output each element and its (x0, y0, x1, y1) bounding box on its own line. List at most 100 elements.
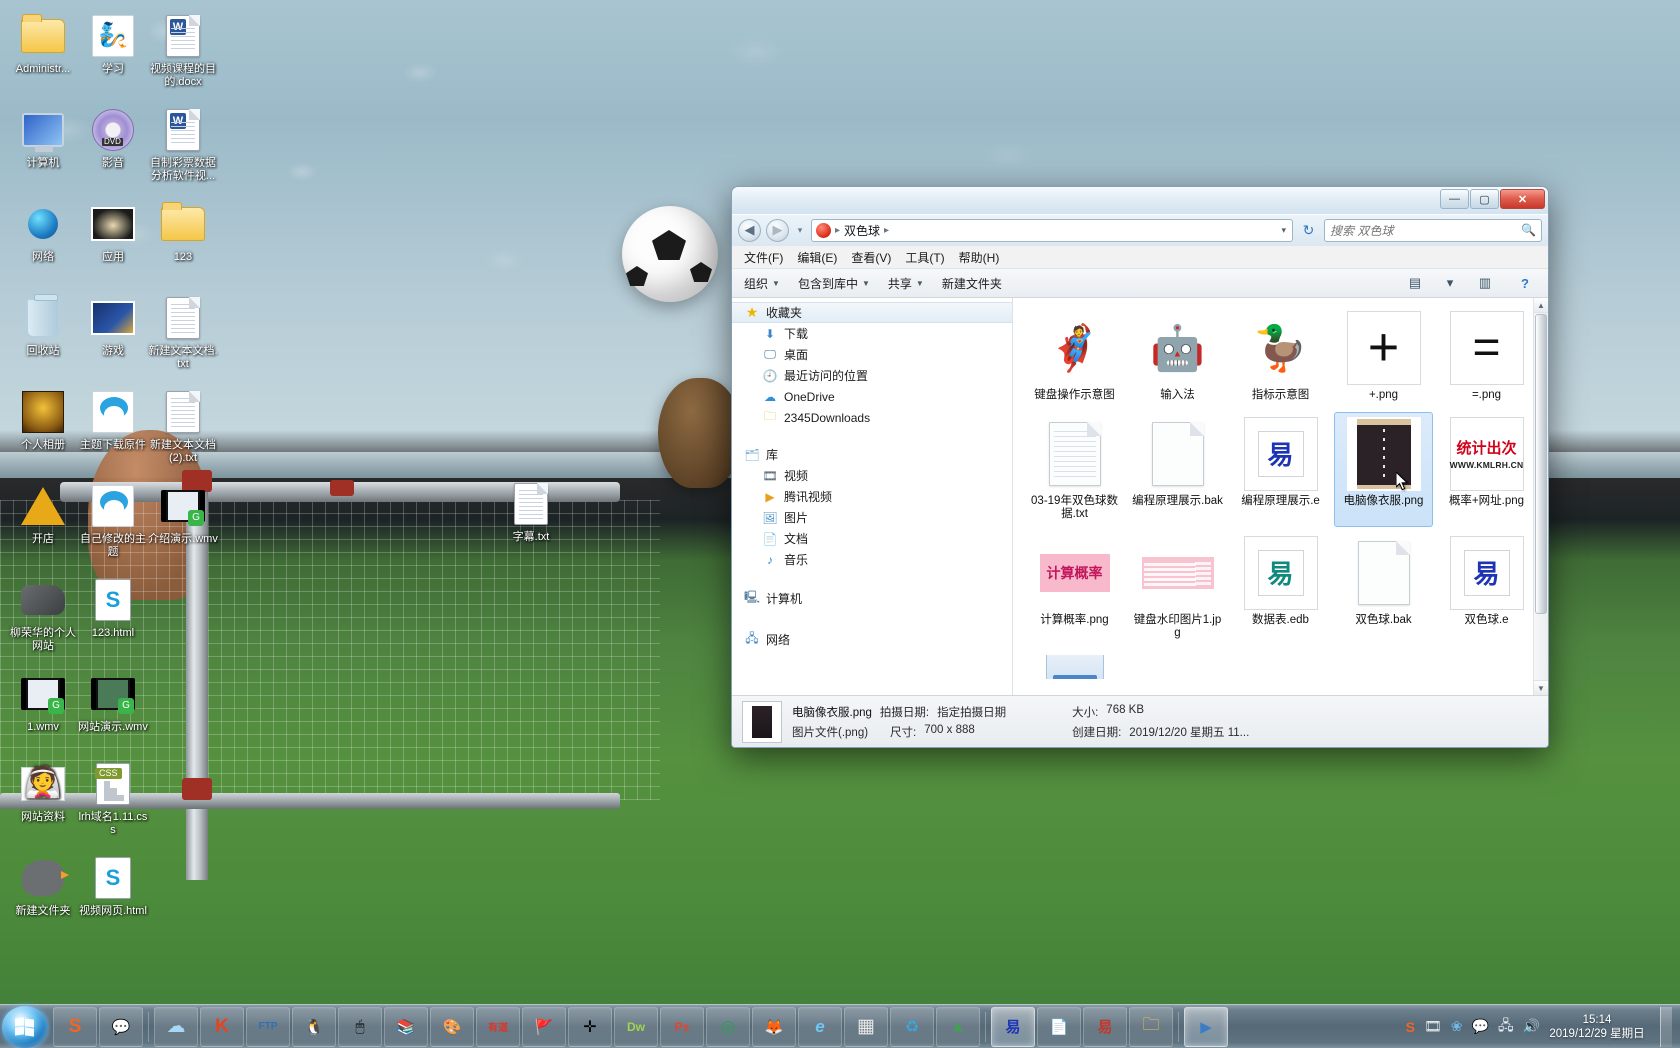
taskbar-paint[interactable]: 🎨 (430, 1006, 474, 1047)
maximize-button[interactable]: ▢ (1470, 189, 1499, 209)
command-toolbar[interactable]: 组织 ▼ 包含到库中 ▼ 共享 ▼ 新建文件夹 ▤ ▾ ▥ ? (732, 268, 1548, 298)
file-tile[interactable]: 统计出次 WWW.KMLRH.CN 概率+网址.png (1437, 412, 1536, 527)
help-icon[interactable]: ? (1514, 273, 1536, 293)
share-button[interactable]: 共享 ▼ (888, 275, 924, 292)
desktop-icon-123-folder[interactable]: 123 (148, 200, 218, 264)
desktop[interactable]: Administr... 🧞 学习 W 视频课程的目的.docx 计算机 影音 … (0, 0, 1680, 1048)
taskbar-flag-app[interactable]: 🚩 (522, 1006, 566, 1047)
taskbar-dreamweaver[interactable]: Dw (614, 1006, 658, 1047)
include-in-library-button[interactable]: 包含到库中 ▼ (798, 275, 870, 292)
close-button[interactable]: ✕ (1500, 189, 1545, 209)
scroll-up-button[interactable]: ▲ (1534, 298, 1548, 313)
chevron-down-icon[interactable]: ▾ (1444, 273, 1456, 293)
file-tile[interactable]: 🦸 键盘操作示意图 (1025, 306, 1124, 408)
desktop-icon-computer[interactable]: 计算机 (8, 106, 78, 170)
taskbar-easy-doc[interactable]: 易 (1083, 1006, 1127, 1047)
system-tray[interactable]: S 🎞 ❀ 💬 🖧 🔊 15:14 2019/12/29 星期日 (1406, 1006, 1680, 1047)
desktop-icon-media[interactable]: 影音 (78, 106, 148, 170)
film-tray-icon[interactable]: 🎞 (1424, 1018, 1442, 1035)
navigation-pane[interactable]: ★ 收藏夹 ⬇ 下载 🖵 桌面 🕘 最近访问的位置 ☁ OneDrive 🗀 2… (732, 298, 1013, 695)
minimize-button[interactable]: — (1440, 189, 1469, 209)
volume-tray-icon[interactable]: 🔊 (1523, 1018, 1540, 1035)
scrollbar-thumb[interactable] (1535, 314, 1547, 614)
window-controls[interactable]: — ▢ ✕ (1440, 187, 1548, 209)
desktop-icon-1-wmv[interactable]: G 1.wmv (8, 670, 78, 734)
menu-file[interactable]: 文件(F) (744, 249, 783, 266)
back-button[interactable]: ◀ (738, 218, 761, 242)
sogou-tray-icon[interactable]: S (1406, 1019, 1415, 1035)
browser-tray-icon[interactable]: ❀ (1451, 1018, 1463, 1035)
file-tile-selected[interactable]: 电脑像衣服.png (1334, 411, 1433, 527)
menu-edit[interactable]: 编辑(E) (797, 249, 837, 266)
preview-pane-icon[interactable]: ▥ (1474, 273, 1496, 293)
desktop-icon-lottery-software-docx[interactable]: W 自制彩票数据分析软件视... (148, 106, 218, 182)
desktop-icon-website-demo-wmv[interactable]: G 网站演示.wmv (78, 670, 148, 734)
desktop-icon-video-page-html[interactable]: S 视频网页.html (78, 854, 148, 918)
clock[interactable]: 15:14 2019/12/29 星期日 (1549, 1013, 1645, 1041)
nav-item-pictures[interactable]: 🖼 图片 (732, 507, 1012, 528)
desktop-icon-website-materials[interactable]: 👰 网站资料 (8, 760, 78, 824)
taskbar-target-app[interactable]: ✛ (568, 1006, 612, 1047)
file-tile[interactable]: 易 数据表.edb (1231, 531, 1330, 646)
taskbar-firefox[interactable]: 🦊 (752, 1006, 796, 1047)
nav-header-favorites[interactable]: ★ 收藏夹 (732, 302, 1012, 323)
taskbar-ftp[interactable]: FTP (246, 1006, 290, 1047)
desktop-icon-layer[interactable]: Administr... 🧞 学习 W 视频课程的目的.docx 计算机 影音 … (0, 0, 230, 940)
nav-item-recent-places[interactable]: 🕘 最近访问的位置 (732, 365, 1012, 386)
desktop-icon-123-html[interactable]: S 123.html (78, 576, 148, 640)
nav-item-tencent-video[interactable]: ▶ 腾讯视频 (732, 486, 1012, 507)
organize-button[interactable]: 组织 ▼ (744, 275, 780, 292)
taskbar-qq[interactable]: 🐧 (292, 1006, 336, 1047)
start-button[interactable] (2, 1005, 48, 1048)
taskbar-explorer-folder[interactable]: 🗀 (1129, 1006, 1173, 1047)
file-tile[interactable]: + +.png (1334, 306, 1433, 408)
desktop-icon-theme-source[interactable]: 主题下载原件 (78, 388, 148, 452)
history-dropdown-icon[interactable]: ▾ (794, 225, 806, 236)
file-tile-partial[interactable] (1025, 650, 1124, 688)
nav-item-documents[interactable]: 📄 文档 (732, 528, 1012, 549)
file-list-scrollbar[interactable]: ▲ ▼ (1533, 298, 1548, 695)
taskbar-media-player[interactable]: ▶ (1184, 1006, 1228, 1047)
file-tile[interactable]: 易 双色球.e (1437, 531, 1536, 646)
desktop-icon-personal-album[interactable]: 个人相册 (8, 388, 78, 452)
wechat-tray-icon[interactable]: 💬 (1472, 1018, 1489, 1035)
explorer-window[interactable]: — ▢ ✕ ◀ ▶ ▾ ▸ 双色球 ▸ ▾ ↻ 搜索 双色球 🔍 文件(F) 编… (731, 186, 1549, 748)
file-list-pane[interactable]: 🦸 键盘操作示意图 🤖 输入法 🦆 指标示意图 + +.png = =.png (1013, 298, 1548, 695)
taskbar[interactable]: S 💬 ☁ K FTP 🐧 🖱 📚 🎨 有道 🚩 ✛ Dw Ps ◎ 🦊 e ▦… (0, 1004, 1680, 1048)
file-tile[interactable]: 双色球.bak (1334, 531, 1433, 646)
menu-bar[interactable]: 文件(F) 编辑(E) 查看(V) 工具(T) 帮助(H) (732, 245, 1548, 268)
taskbar-calculator[interactable]: ▦ (844, 1006, 888, 1047)
taskbar-recycle-app[interactable]: ♻ (890, 1006, 934, 1047)
file-tile[interactable]: 🤖 输入法 (1128, 306, 1227, 408)
details-shoot-date-value[interactable]: 指定拍摄日期 (937, 704, 1006, 720)
taskbar-cloud[interactable]: ☁ (154, 1006, 198, 1047)
nav-item-2345downloads[interactable]: 🗀 2345Downloads (732, 407, 1012, 428)
desktop-icon-apps[interactable]: 应用 (78, 200, 148, 264)
window-titlebar[interactable]: — ▢ ✕ (732, 187, 1548, 215)
file-tile[interactable]: 键盘水印图片1.jpg (1128, 531, 1227, 646)
desktop-icon-games[interactable]: 游戏 (78, 294, 148, 358)
change-view-icon[interactable]: ▤ (1404, 273, 1426, 293)
taskbar-chrome[interactable]: ◎ (706, 1006, 750, 1047)
file-tile[interactable]: 编程原理展示.bak (1128, 412, 1227, 527)
desktop-icon-personal-website[interactable]: 柳荣华的个人网站 (8, 576, 78, 652)
taskbar-notepad[interactable]: 📄 (1037, 1006, 1081, 1047)
taskbar-green-app[interactable]: ▲ (936, 1006, 980, 1047)
desktop-icon-intro-demo-wmv[interactable]: G 介绍演示.wmv (148, 482, 218, 546)
nav-item-downloads[interactable]: ⬇ 下载 (732, 323, 1012, 344)
nav-item-desktop[interactable]: 🖵 桌面 (732, 344, 1012, 365)
address-bar[interactable]: ▸ 双色球 ▸ ▾ (811, 218, 1293, 242)
new-folder-button[interactable]: 新建文件夹 (942, 275, 1002, 292)
taskbar-easy-language[interactable]: 易 (991, 1006, 1035, 1047)
taskbar-kingsoft[interactable]: K (200, 1006, 244, 1047)
file-tile[interactable]: 03-19年双色球数据.txt (1025, 412, 1124, 527)
nav-item-onedrive[interactable]: ☁ OneDrive (732, 386, 1012, 407)
desktop-icon-open-shop[interactable]: 开店 (8, 482, 78, 546)
desktop-icon-custom-theme[interactable]: 自己修改的主题 (78, 482, 148, 558)
desktop-icon-network[interactable]: 网络 (8, 200, 78, 264)
address-dropdown-icon[interactable]: ▾ (1281, 225, 1288, 236)
nav-header-network[interactable]: 🖧 网络 (732, 629, 1012, 650)
file-tile[interactable]: 🦆 指标示意图 (1231, 306, 1330, 408)
taskbar-photoshop[interactable]: Ps (660, 1006, 704, 1047)
taskbar-wechat[interactable]: 💬 (99, 1006, 143, 1047)
